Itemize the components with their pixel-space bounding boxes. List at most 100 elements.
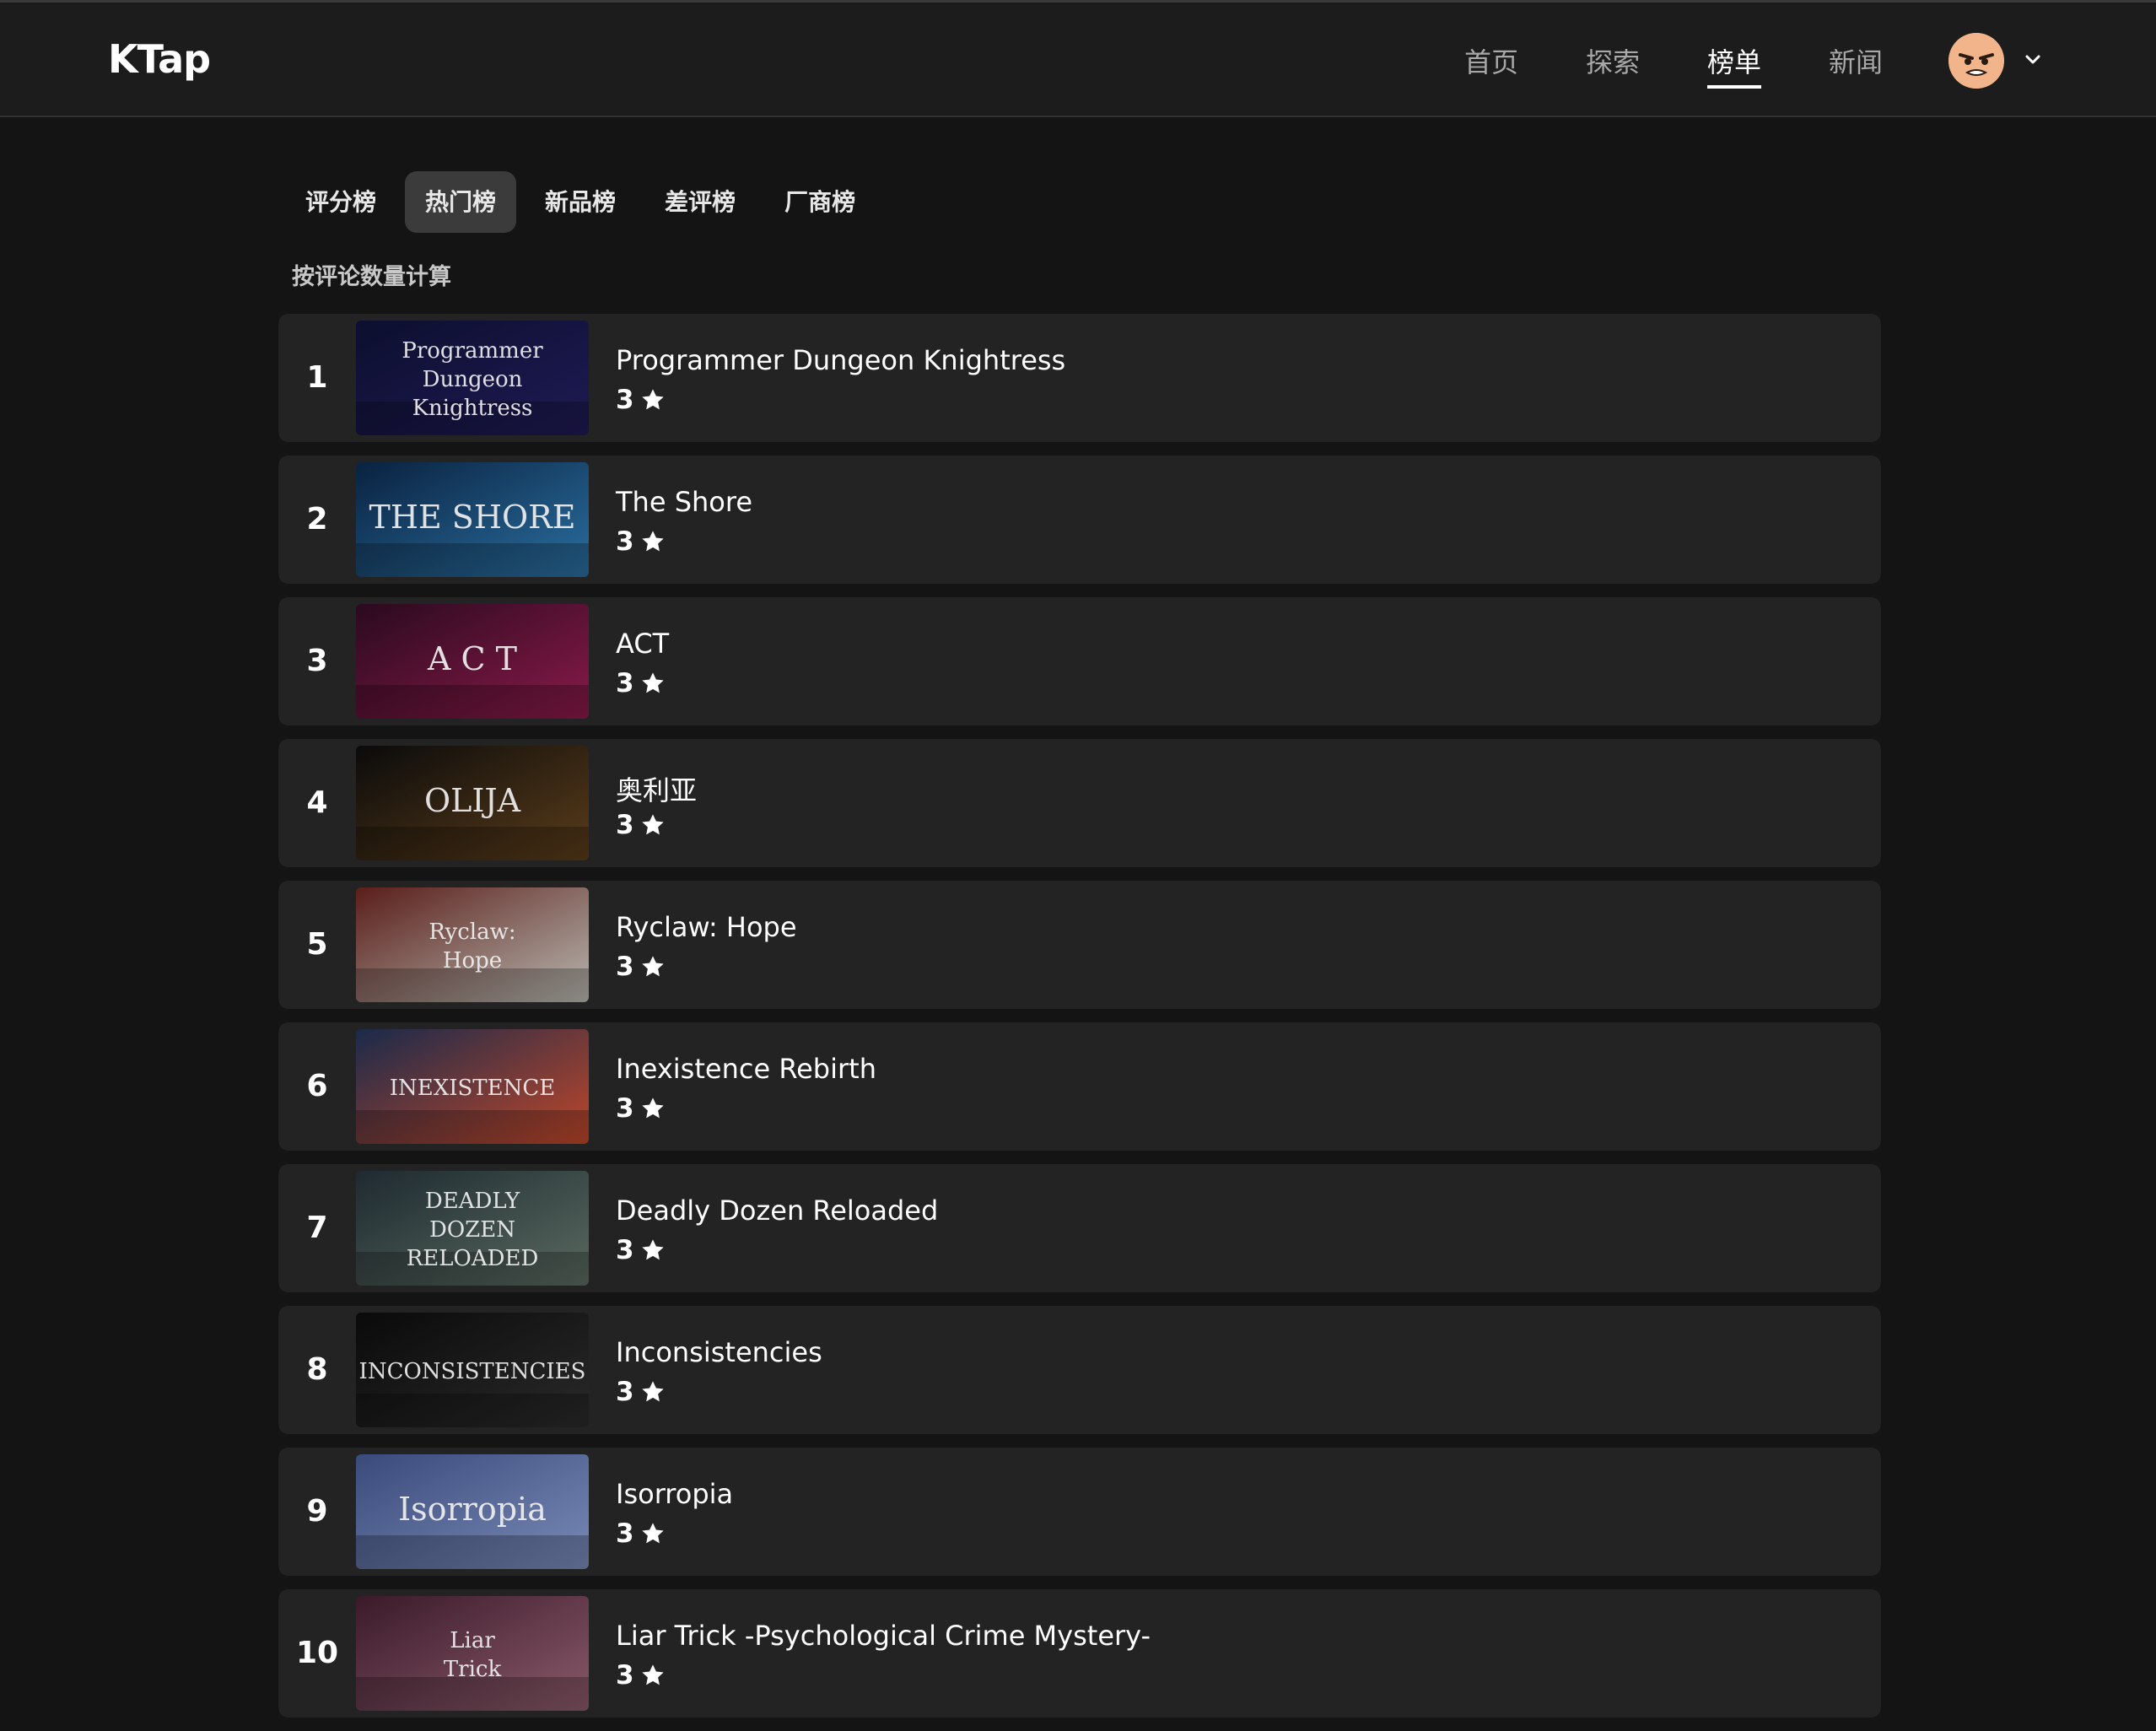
cover-text: Knightress [412, 396, 533, 421]
cover-text: Liar [450, 1628, 495, 1653]
cover-text: Isorropia [398, 1491, 547, 1528]
game-rating: 3 [616, 1093, 666, 1124]
game-row[interactable]: 5 Ryclaw: Hope Ryclaw: Hope 3 [278, 881, 1881, 1009]
ranking-description: 按评论数量计算 [292, 264, 451, 290]
rating-value: 3 [616, 668, 634, 698]
rating-value: 3 [616, 952, 634, 982]
star-icon [641, 389, 664, 410]
game-rating: 3 [616, 810, 666, 840]
game-rating: 3 [616, 1377, 666, 1407]
nav-item-home[interactable]: 首页 [1464, 41, 1518, 89]
rank-number: 4 [306, 785, 328, 820]
rating-value: 3 [616, 1093, 634, 1124]
rating-value: 3 [616, 526, 634, 557]
game-title[interactable]: 奥利亚 [616, 769, 697, 808]
game-cover-image[interactable]: INEXISTENCE [356, 1029, 589, 1144]
game-rating: 3 [616, 668, 666, 698]
tab-new[interactable]: 新品榜 [525, 171, 636, 233]
tab-popular[interactable]: 热门榜 [405, 171, 517, 233]
tab-rating[interactable]: 评分榜 [285, 171, 396, 233]
rank-number: 9 [306, 1494, 328, 1529]
game-title[interactable]: Programmer Dungeon Knightress [616, 344, 1065, 376]
star-icon [641, 1239, 664, 1260]
nav-item-rankings[interactable]: 榜单 [1707, 41, 1762, 89]
game-row[interactable]: 10 Liar Trick Liar Trick -Psychological Cri… [278, 1589, 1881, 1718]
game-rating: 3 [616, 1518, 666, 1549]
cover-text: INEXISTENCE [390, 1076, 556, 1101]
game-title[interactable]: The Shore [616, 486, 752, 518]
cover-text: Dungeon [423, 367, 523, 392]
nav-item-explore[interactable]: 探索 [1586, 41, 1640, 89]
top-nav-bar: KTap 首页 探索 榜单 新闻 [0, 0, 2156, 117]
star-icon [641, 1097, 664, 1119]
site-logo[interactable]: KTap [108, 36, 211, 82]
rank-number: 2 [306, 502, 328, 537]
game-row[interactable]: 9 Isorropia Isorropia 3 [278, 1448, 1881, 1576]
game-rating: 3 [616, 952, 666, 982]
game-ranking-list: 1 Programmer Dungeon Knightress Programmer D… [278, 314, 1881, 1731]
game-row[interactable]: 7 DEADLY DOZEN RELOADED Deadly Dozen Reloade… [278, 1164, 1881, 1292]
cover-text: OLIJA [424, 782, 521, 819]
game-cover-image[interactable]: Isorropia [356, 1454, 589, 1569]
rank-number: 1 [306, 360, 328, 395]
game-cover-image[interactable]: Ryclaw: Hope [356, 887, 589, 1002]
rating-value: 3 [616, 1377, 634, 1407]
rank-number: 10 [295, 1636, 339, 1670]
game-cover-image[interactable]: Programmer Dungeon Knightress [356, 321, 589, 435]
cover-text: Ryclaw: [429, 919, 515, 945]
star-icon [641, 814, 664, 835]
cover-text: THE SHORE [369, 499, 576, 536]
tab-publisher[interactable]: 厂商榜 [764, 171, 876, 233]
star-icon [641, 1381, 664, 1402]
game-cover-image[interactable]: Liar Trick [356, 1596, 589, 1711]
rating-value: 3 [616, 810, 634, 840]
chevron-down-icon[interactable] [2023, 50, 2043, 70]
game-title[interactable]: Liar Trick -Psychological Crime Mystery- [616, 1620, 1151, 1652]
game-rating: 3 [616, 1235, 666, 1265]
star-icon [641, 531, 664, 552]
rank-number: 5 [306, 927, 328, 962]
cover-text: Programmer [402, 338, 543, 364]
cover-text: RELOADED [407, 1246, 539, 1271]
game-cover-image[interactable]: A C T [356, 604, 589, 719]
ranking-tabs: 评分榜 热门榜 新品榜 差评榜 厂商榜 [285, 171, 884, 233]
game-cover-image[interactable]: INCONSISTENCIES [356, 1313, 589, 1427]
rank-number: 3 [306, 644, 328, 678]
game-rating: 3 [616, 526, 666, 557]
game-cover-image[interactable]: DEADLY DOZEN RELOADED [356, 1171, 589, 1286]
rank-number: 7 [306, 1211, 328, 1245]
tab-negative[interactable]: 差评榜 [644, 171, 756, 233]
main-nav: 首页 探索 榜单 新闻 [1464, 41, 1950, 89]
rating-value: 3 [616, 1660, 634, 1691]
game-row[interactable]: 2 THE SHORE The Shore 3 [278, 456, 1881, 584]
cover-text: Trick [444, 1657, 502, 1682]
cover-text: DOZEN [429, 1217, 515, 1243]
game-row[interactable]: 8 INCONSISTENCIES Inconsistencies 3 [278, 1306, 1881, 1434]
cover-text: A C T [427, 640, 517, 677]
game-row[interactable]: 3 A C T ACT 3 [278, 597, 1881, 725]
game-row[interactable]: 6 INEXISTENCE Inexistence Rebirth 3 [278, 1022, 1881, 1151]
game-title[interactable]: Ryclaw: Hope [616, 911, 797, 943]
game-title[interactable]: Inconsistencies [616, 1336, 822, 1368]
cover-text: DEADLY [425, 1189, 520, 1214]
game-title[interactable]: Deadly Dozen Reloaded [616, 1194, 938, 1227]
game-row[interactable]: 4 OLIJA 奥利亚 3 [278, 739, 1881, 867]
user-avatar[interactable] [1948, 33, 2004, 89]
nav-item-news[interactable]: 新闻 [1829, 41, 1883, 89]
star-icon [641, 672, 664, 693]
game-rating: 3 [616, 1660, 666, 1691]
rank-number: 6 [306, 1069, 328, 1103]
rating-value: 3 [616, 385, 634, 415]
game-title[interactable]: Inexistence Rebirth [616, 1053, 876, 1085]
cover-text: INCONSISTENCIES [359, 1359, 586, 1384]
star-icon [641, 1523, 664, 1544]
game-title[interactable]: Isorropia [616, 1478, 733, 1510]
game-title[interactable]: ACT [616, 628, 669, 660]
rating-value: 3 [616, 1518, 634, 1549]
game-rating: 3 [616, 385, 666, 415]
game-cover-image[interactable]: THE SHORE [356, 462, 589, 577]
star-icon [641, 956, 664, 977]
rating-value: 3 [616, 1235, 634, 1265]
game-row[interactable]: 1 Programmer Dungeon Knightress Programmer D… [278, 314, 1881, 442]
game-cover-image[interactable]: OLIJA [356, 746, 589, 860]
